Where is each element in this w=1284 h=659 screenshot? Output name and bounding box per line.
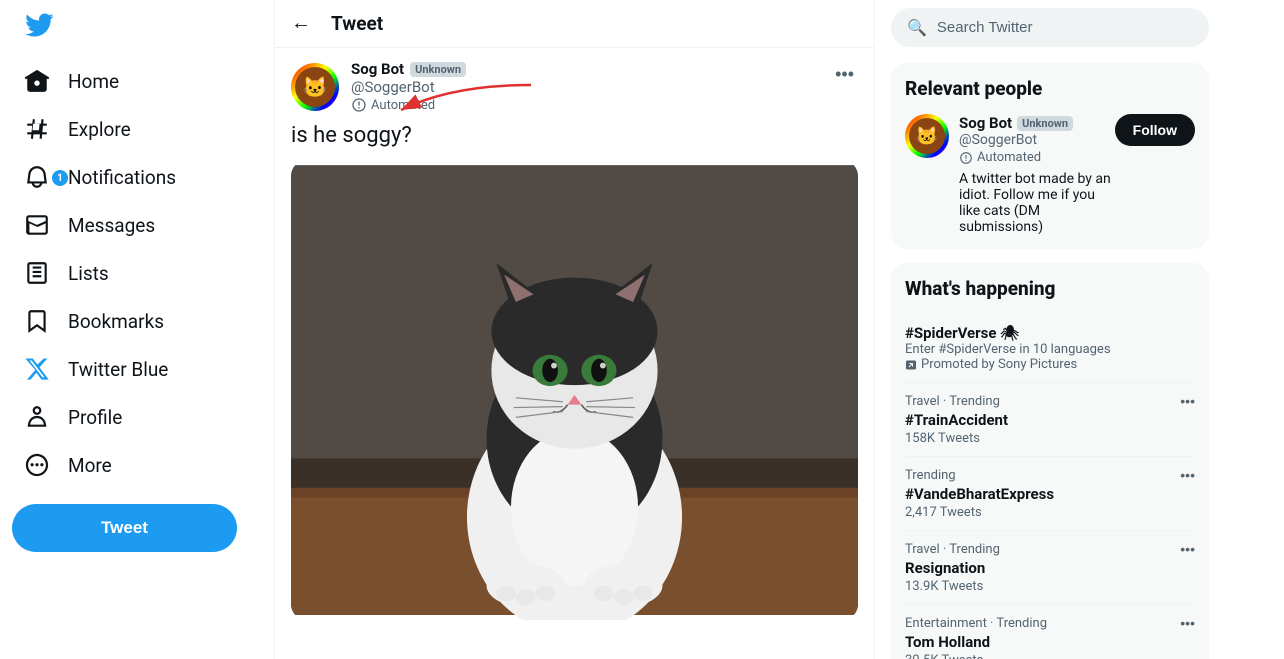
sidebar-item-home-label: Home — [68, 70, 119, 93]
trend-more-tomholland[interactable]: ••• — [1180, 615, 1195, 631]
tweet-text: is he soggy? — [291, 123, 858, 148]
person-avatar-inner: 🐱 — [909, 118, 945, 154]
person-left: 🐱 Sog Bot Unknown @SoggerBot Automated A… — [905, 114, 1115, 235]
sidebar-item-home[interactable]: Home — [12, 58, 262, 104]
tweet-header: ← Tweet — [275, 0, 874, 48]
person-avatar[interactable]: 🐱 — [905, 114, 949, 158]
notification-badge: 1 — [52, 170, 68, 186]
person-info: Sog Bot Unknown @SoggerBot Automated A t… — [959, 114, 1115, 235]
cat-image-svg — [291, 160, 858, 620]
tweet-body: 🐱 Sog Bot Unknown @SoggerBot Automated •… — [275, 48, 874, 632]
trend-item-vandebharat[interactable]: Trending ••• #VandeBharatExpress 2,417 T… — [905, 457, 1195, 531]
sidebar-item-more-label: More — [68, 454, 112, 477]
sidebar-item-more[interactable]: More — [12, 442, 262, 488]
tweet-button[interactable]: Tweet — [12, 504, 237, 552]
sidebar-item-bookmarks[interactable]: Bookmarks — [12, 298, 262, 344]
trend-name-resignation: Resignation — [905, 559, 1195, 577]
bell-icon: 1 — [24, 164, 50, 190]
sidebar-item-notifications-label: Notifications — [68, 166, 176, 189]
relevant-people-title: Relevant people — [905, 77, 1195, 100]
trend-count-tomholland: 30.5K Tweets — [905, 653, 1195, 659]
sidebar-item-lists[interactable]: Lists — [12, 250, 262, 296]
sidebar-item-profile[interactable]: Profile — [12, 394, 262, 440]
avatar-inner: 🐱 — [295, 67, 335, 107]
sidebar-item-bookmarks-label: Bookmarks — [68, 310, 164, 333]
person-unknown-badge: Unknown — [1017, 116, 1073, 131]
tweet-image — [291, 160, 858, 620]
right-sidebar: 🔍 Relevant people 🐱 Sog Bot Unknown @Sog… — [875, 0, 1225, 659]
main-content: ← Tweet 🐱 Sog Bot Unknown @SoggerBot Aut… — [275, 0, 875, 659]
trend-count-trainaccident: 158K Tweets — [905, 431, 1195, 446]
follow-button[interactable]: Follow — [1115, 114, 1195, 146]
sidebar-item-messages[interactable]: Messages — [12, 202, 262, 248]
promoted-row: Promoted by Sony Pictures — [905, 357, 1195, 372]
page-title: Tweet — [331, 12, 383, 35]
person-automated-label: Automated — [977, 150, 1041, 165]
person-automated: Automated — [959, 150, 1115, 165]
sidebar-item-profile-label: Profile — [68, 406, 122, 429]
trend-item-tomholland[interactable]: Entertainment · Trending ••• Tom Holland… — [905, 605, 1195, 659]
automated-icon — [351, 97, 367, 113]
list-icon — [24, 260, 50, 286]
relevant-people-section: Relevant people 🐱 Sog Bot Unknown @Sogge… — [891, 63, 1209, 249]
user-icon — [24, 404, 50, 430]
person-name: Sog Bot Unknown — [959, 114, 1115, 132]
person-display-name: Sog Bot — [959, 114, 1012, 132]
bookmark-icon — [24, 308, 50, 334]
relevant-person: 🐱 Sog Bot Unknown @SoggerBot Automated A… — [905, 114, 1195, 235]
sidebar-item-explore[interactable]: Explore — [12, 106, 262, 152]
sidebar-item-messages-label: Messages — [68, 214, 155, 237]
sidebar-item-lists-label: Lists — [68, 262, 109, 285]
trend-promo-spiderverse: Enter #SpiderVerse in 10 languages Promo… — [905, 342, 1195, 372]
whats-happening-title: What's happening — [905, 277, 1195, 300]
trend-count-vandebharat: 2,417 Tweets — [905, 505, 1195, 520]
trend-name-tomholland: Tom Holland — [905, 633, 1195, 651]
sidebar-item-twitter-blue-label: Twitter Blue — [68, 358, 168, 381]
trend-meta-resignation: Travel · Trending ••• — [905, 541, 1195, 557]
trend-item-trainaccident[interactable]: Travel · Trending ••• #TrainAccident 158… — [905, 383, 1195, 457]
hashtag-icon — [24, 116, 50, 142]
trend-name-vandebharat: #VandeBharatExpress — [905, 485, 1195, 503]
trend-meta-trainaccident: Travel · Trending ••• — [905, 393, 1195, 409]
trend-count-resignation: 13.9K Tweets — [905, 579, 1195, 594]
twitter-blue-icon — [24, 356, 50, 382]
trend-meta-vandebharat: Trending ••• — [905, 467, 1195, 483]
back-button[interactable]: ← — [291, 12, 311, 35]
twitter-logo[interactable] — [12, 0, 262, 54]
avatar[interactable]: 🐱 — [291, 63, 339, 111]
sidebar-item-twitter-blue[interactable]: Twitter Blue — [12, 346, 262, 392]
trend-meta-tomholland: Entertainment · Trending ••• — [905, 615, 1195, 631]
trend-item-spiderverse[interactable]: #SpiderVerse 🕷 Enter #SpiderVerse in 10 … — [905, 314, 1195, 383]
tweet-more-button[interactable]: ••• — [831, 60, 858, 89]
promoted-icon — [905, 359, 917, 371]
left-sidebar: Home Explore 1 Notifications Messages Li… — [0, 0, 275, 659]
trend-more-trainaccident[interactable]: ••• — [1180, 393, 1195, 409]
search-icon: 🔍 — [907, 18, 927, 37]
person-handle: @SoggerBot — [959, 132, 1115, 148]
trend-more-vandebharat[interactable]: ••• — [1180, 467, 1195, 483]
twitter-bird-icon — [24, 10, 54, 40]
trend-name-spiderverse: #SpiderVerse 🕷 — [905, 324, 1195, 342]
mail-icon — [24, 212, 50, 238]
search-input[interactable] — [937, 19, 1193, 36]
whats-happening-section: What's happening #SpiderVerse 🕷 Enter #S… — [891, 263, 1209, 659]
more-circle-icon — [24, 452, 50, 478]
search-bar[interactable]: 🔍 — [891, 8, 1209, 47]
person-automated-icon — [959, 151, 973, 165]
trend-more-resignation[interactable]: ••• — [1180, 541, 1195, 557]
trend-item-resignation[interactable]: Travel · Trending ••• Resignation 13.9K … — [905, 531, 1195, 605]
sidebar-item-notifications[interactable]: 1 Notifications — [12, 154, 262, 200]
home-icon — [24, 68, 50, 94]
person-bio: A twitter bot made by an idiot. Follow m… — [959, 171, 1115, 235]
trend-name-trainaccident: #TrainAccident — [905, 411, 1195, 429]
sidebar-item-explore-label: Explore — [68, 118, 131, 141]
red-arrow-svg — [371, 75, 551, 125]
